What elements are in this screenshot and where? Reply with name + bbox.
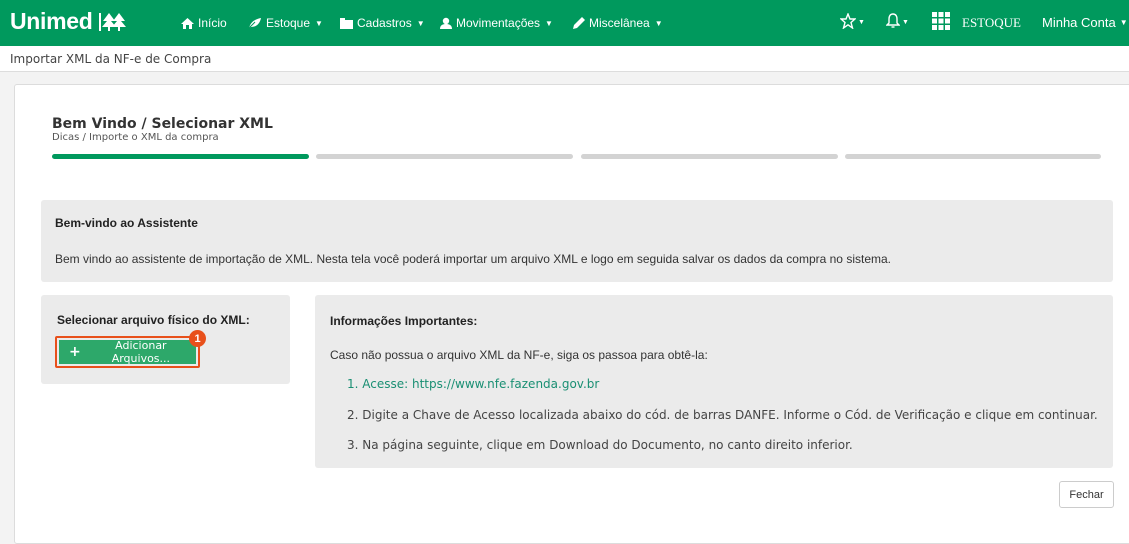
wizard-step-3-bar xyxy=(581,154,838,159)
breadcrumb-label: Importar XML da NF-e de Compra xyxy=(10,52,212,66)
important-info-panel: Informações Importantes: Caso não possua… xyxy=(315,295,1113,468)
notifications-button[interactable]: ▼ xyxy=(885,13,909,32)
bell-icon xyxy=(885,13,901,32)
caret-down-icon: ▼ xyxy=(416,18,425,28)
favorites-button[interactable]: ▼ xyxy=(839,12,865,32)
module-switcher[interactable]: ESTOQUE xyxy=(932,12,1021,33)
wizard-card: Bem Vindo / Selecionar XML Dicas / Impor… xyxy=(14,84,1129,544)
select-file-panel: Selecionar arquivo físico do XML: + Adic… xyxy=(41,295,290,384)
add-files-label: Adicionar Arquivos... xyxy=(111,339,171,365)
leaf-icon xyxy=(248,17,262,29)
caret-down-icon: ▼ xyxy=(654,18,663,28)
wizard-step-2-bar xyxy=(316,154,573,159)
welcome-panel: Bem-vindo ao Assistente Bem vindo ao ass… xyxy=(41,200,1113,282)
welcome-text: Bem vindo ao assistente de importação de… xyxy=(55,252,891,266)
wizard-step-1-bar xyxy=(52,154,309,159)
welcome-title: Bem-vindo ao Assistente xyxy=(55,216,198,230)
nav-label: Miscelânea xyxy=(589,16,650,30)
pencil-icon xyxy=(573,17,585,29)
star-icon xyxy=(839,12,857,32)
account-menu[interactable]: Minha Conta ▼ xyxy=(1042,15,1128,30)
caret-down-icon: ▼ xyxy=(315,18,323,28)
info-step-3: 3. Na página seguinte, clique em Downloa… xyxy=(347,438,853,452)
page-breadcrumb: Importar XML da NF-e de Compra xyxy=(0,46,1129,72)
highlight-frame: + Adicionar Arquivos... xyxy=(55,336,200,368)
nav-label: Movimentações xyxy=(456,16,541,30)
info-title: Informações Importantes: xyxy=(330,314,478,328)
wizard-subtitle: Dicas / Importe o XML da compra xyxy=(52,132,219,143)
info-lead: Caso não possua o arquivo XML da NF-e, s… xyxy=(330,348,708,362)
info-step-1-link[interactable]: 1. Acesse: https://www.nfe.fazenda.gov.b… xyxy=(347,377,599,391)
nav-item-cadastros[interactable]: Cadastros ▼ xyxy=(340,16,425,30)
top-navbar: Unimed Início Estoque ▼ Cadastros ▼ Movi… xyxy=(0,0,1129,46)
brand-logo[interactable]: Unimed xyxy=(10,8,127,35)
users-icon xyxy=(440,17,452,29)
select-file-title: Selecionar arquivo físico do XML: xyxy=(57,313,250,327)
wizard-title: Bem Vindo / Selecionar XML xyxy=(52,116,273,132)
unimed-tree-icon xyxy=(98,12,126,31)
home-icon xyxy=(181,17,194,29)
caret-down-icon: ▼ xyxy=(545,18,553,28)
step-number-badge: 1 xyxy=(189,330,206,347)
grid-icon xyxy=(932,12,950,33)
nav-item-estoque[interactable]: Estoque ▼ xyxy=(248,16,323,30)
wizard-step-4-bar xyxy=(845,154,1101,159)
info-step-2: 2. Digite a Chave de Acesso localizada a… xyxy=(347,408,1098,422)
account-label: Minha Conta xyxy=(1042,15,1116,30)
add-files-button[interactable]: + Adicionar Arquivos... xyxy=(59,339,196,365)
nav-label: Início xyxy=(198,16,227,30)
plus-icon: + xyxy=(69,344,81,360)
nav-label: Estoque xyxy=(266,16,311,30)
folder-icon xyxy=(340,17,353,29)
caret-down-icon: ▼ xyxy=(858,19,865,26)
close-button[interactable]: Fechar xyxy=(1059,481,1114,508)
module-label: ESTOQUE xyxy=(962,14,1021,30)
caret-down-icon: ▼ xyxy=(1119,18,1128,27)
nav-item-miscelanea[interactable]: Miscelânea ▼ xyxy=(573,16,663,30)
caret-down-icon: ▼ xyxy=(902,19,909,26)
brand-name: Unimed xyxy=(10,8,93,34)
nav-item-movimentacoes[interactable]: Movimentações ▼ xyxy=(440,16,553,30)
nav-item-inicio[interactable]: Início xyxy=(181,16,227,30)
nav-label: Cadastros xyxy=(357,16,412,30)
